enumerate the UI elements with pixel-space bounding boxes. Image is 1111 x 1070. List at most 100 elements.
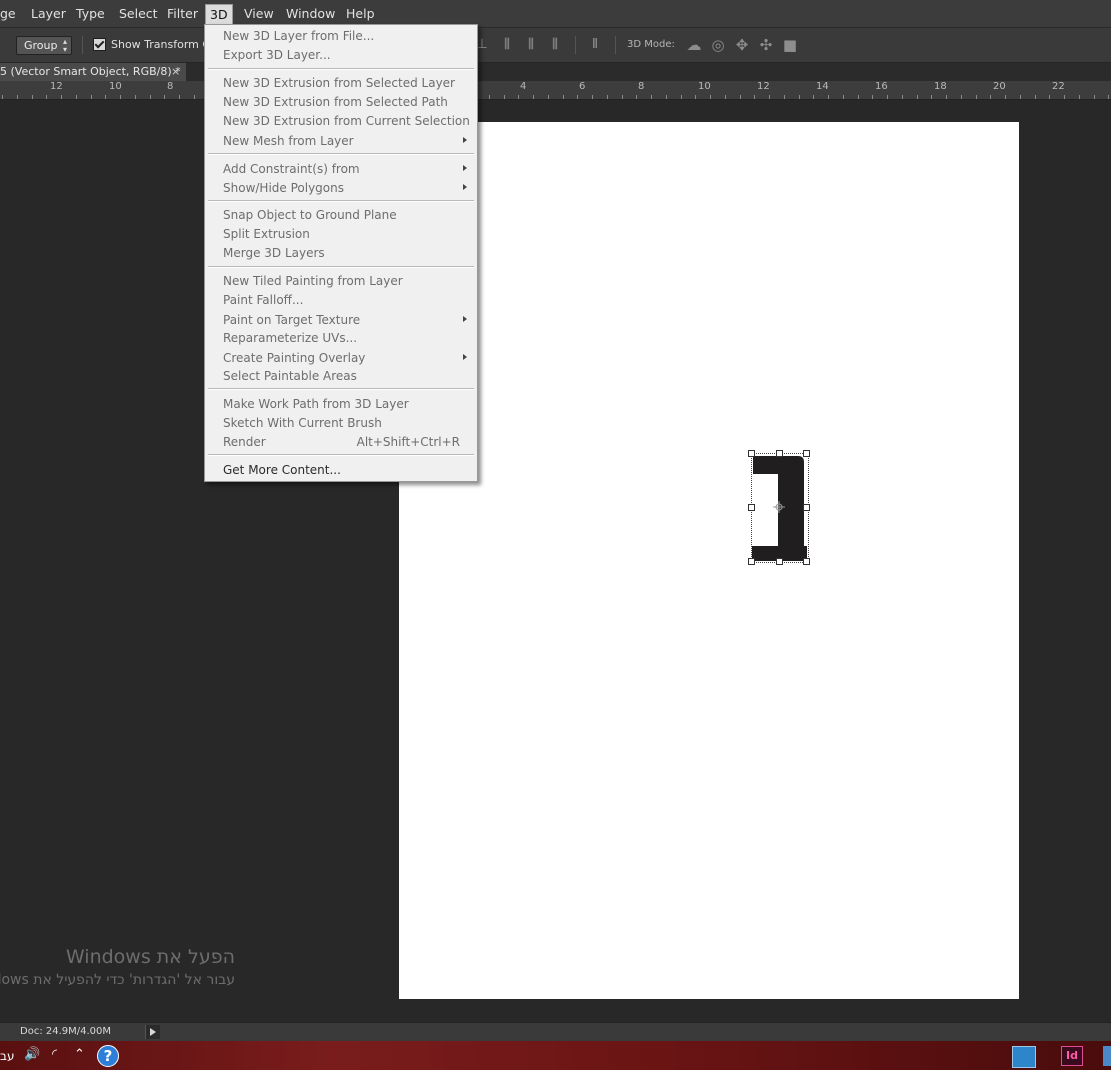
activation-watermark-title: הפעל את Windows [65,946,235,968]
transform-handle[interactable] [776,450,783,457]
ruler-tick [636,95,637,99]
transform-handle[interactable] [748,504,755,511]
transform-handle[interactable] [803,558,810,565]
menu-window[interactable]: Window [286,6,335,21]
distribute-left-icon[interactable]: ⫼ [500,38,514,52]
menu-item-extrusion-selected-layer[interactable]: New 3D Extrusion from Selected Layer [223,76,455,90]
menu-item-split-extrusion[interactable]: Split Extrusion [223,227,310,241]
scale-3d-icon[interactable]: ■ [781,36,799,54]
ruler-tick [135,95,136,99]
menu-item-extrusion-selected-path[interactable]: New 3D Extrusion from Selected Path [223,95,448,109]
menu-view[interactable]: View [244,6,274,21]
rotate-3d-icon[interactable]: ☁ [685,36,703,54]
ruler-tick [666,95,667,99]
ruler-label: 18 [934,81,947,92]
menu-item-new-tiled-painting[interactable]: New Tiled Painting from Layer [223,274,403,288]
ruler-tick [828,95,829,99]
menu-separator [208,454,474,456]
auto-select-value: Group [24,39,58,52]
ruler-tick [843,95,844,99]
menu-item-paint-on-target-texture[interactable]: Paint on Target Texture [223,313,360,327]
menu-item-snap-to-ground-plane[interactable]: Snap Object to Ground Plane [223,208,397,222]
menu-item-extrusion-current-selection[interactable]: New 3D Extrusion from Current Selection [223,114,470,128]
menu-help[interactable]: Help [346,6,375,21]
menu-item-new-mesh-from-layer[interactable]: New Mesh from Layer [223,134,354,148]
app-icon[interactable] [1103,1046,1111,1066]
photos-app-icon[interactable] [1012,1046,1036,1068]
menu-separator [208,153,474,155]
ruler-tick [1108,95,1109,99]
ruler-tick [725,95,726,99]
3d-mode-label: 3D Mode: [627,39,675,50]
ruler-tick [1094,95,1095,99]
ruler-tick [961,95,962,99]
ruler-tick [548,95,549,99]
roll-3d-icon[interactable]: ◎ [709,36,727,54]
ruler-tick [607,95,608,99]
document-tab-title: 5 (Vector Smart Object, RGB/8) * [0,65,181,78]
menu-type[interactable]: Type [76,6,105,21]
ruler-tick [105,95,106,99]
transform-handle[interactable] [748,558,755,565]
menu-item-add-constraints[interactable]: Add Constraint(s) from [223,162,360,176]
document-canvas[interactable] [399,122,1019,999]
indesign-app-icon[interactable]: Id [1061,1046,1083,1066]
distribute-right-icon[interactable]: ⫼ [548,38,562,52]
menu-layer[interactable]: Layer [31,6,66,21]
transform-handle[interactable] [748,450,755,457]
menu-image[interactable]: ge [0,6,16,21]
help-icon[interactable]: ? [97,1045,119,1067]
ruler-tick [813,95,814,99]
menu-item-new-3d-layer-from-file[interactable]: New 3D Layer from File... [223,29,374,43]
auto-align-icon[interactable]: ⫴ [588,38,602,52]
menu-item-create-painting-overlay[interactable]: Create Painting Overlay [223,351,365,365]
ruler-tick [592,95,593,99]
transform-handle[interactable] [803,504,810,511]
ruler-tick [1035,95,1036,99]
close-icon[interactable]: × [171,65,180,78]
ruler-tick [164,95,165,99]
transform-handle[interactable] [776,558,783,565]
chevron-up-icon[interactable]: ⌃ [74,1048,85,1062]
ruler-tick [990,95,991,99]
slide-3d-icon[interactable]: ✣ [757,36,775,54]
menu-item-reparameterize-uvs[interactable]: Reparameterize UVs... [223,331,357,345]
ruler-tick [91,95,92,99]
separator [82,36,83,54]
reference-point-icon[interactable] [773,501,785,513]
activation-watermark-subtitle: עבור אל 'הגדרות' כדי להפעיל את Windows [0,972,235,988]
menu-3d[interactable]: 3D [205,4,233,25]
submenu-arrow-icon [463,184,467,190]
3d-dropdown-menu: New 3D Layer from File... Export 3D Laye… [204,24,478,482]
menu-item-make-work-path[interactable]: Make Work Path from 3D Layer [223,397,409,411]
transform-handle[interactable] [803,450,810,457]
document-tab[interactable]: 5 (Vector Smart Object, RGB/8) * × [0,63,186,81]
menu-item-show-hide-polygons[interactable]: Show/Hide Polygons [223,181,344,195]
drag-3d-icon[interactable]: ✥ [733,36,751,54]
ruler-label: 22 [1052,81,1065,92]
status-menu-arrow-icon[interactable] [145,1025,160,1039]
ruler-tick [518,95,519,99]
ruler-tick [489,95,490,99]
distribute-center-icon[interactable]: ⫼ [524,38,538,52]
menu-item-export-3d-layer[interactable]: Export 3D Layer... [223,48,331,62]
language-indicator[interactable]: עב [0,1049,14,1063]
ruler-tick [887,95,888,99]
menu-select[interactable]: Select [119,6,158,21]
submenu-arrow-icon [463,354,467,360]
menu-item-get-more-content[interactable]: Get More Content... [223,463,341,477]
menu-item-render[interactable]: Render [223,435,266,449]
menu-item-select-paintable-areas[interactable]: Select Paintable Areas [223,369,357,383]
ruler-tick [784,95,785,99]
ruler-tick [1064,95,1065,99]
volume-icon[interactable]: 🔊 [24,1048,40,1062]
ruler-label: 12 [50,81,63,92]
menu-item-sketch-with-brush[interactable]: Sketch With Current Brush [223,416,382,430]
menu-filter[interactable]: Filter [167,6,198,21]
network-icon[interactable]: ◜ [52,1048,57,1062]
menu-item-paint-falloff[interactable]: Paint Falloff... [223,293,303,307]
menu-item-merge-3d-layers[interactable]: Merge 3D Layers [223,246,325,260]
auto-select-dropdown[interactable]: Group ▴ ▾ [16,36,72,55]
show-transform-checkbox[interactable] [93,38,106,51]
ruler-tick [740,95,741,99]
